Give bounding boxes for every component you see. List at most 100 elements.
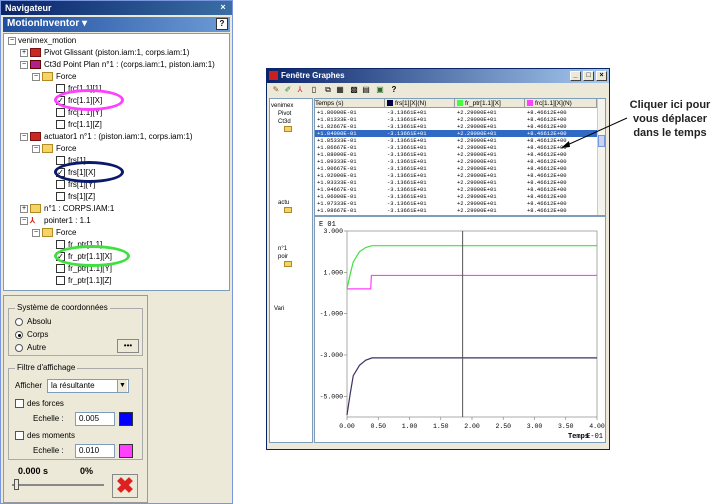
tree-node[interactable]: Vari xyxy=(274,303,284,315)
moments-scale-input[interactable]: 0.010 xyxy=(75,444,115,458)
expand-icon[interactable]: + xyxy=(20,48,28,57)
table-cell: +1.96000E-01 xyxy=(317,193,357,200)
y-tick-label: -5.000 xyxy=(320,393,344,400)
radio-absolu[interactable]: Absolu xyxy=(15,317,51,326)
table-row[interactable]: +1.96000E-01 -3.13661E+01 +2.29000E+01 +8.4… xyxy=(315,193,597,200)
time-slider-track[interactable] xyxy=(12,484,104,486)
help-icon[interactable]: ? xyxy=(389,85,399,95)
expand-icon[interactable]: + xyxy=(20,204,28,213)
y-tick-label: 3.000 xyxy=(323,228,343,235)
table-cell: +1.92000E-01 xyxy=(317,172,357,179)
forces-checkbox[interactable]: des forces xyxy=(15,399,64,409)
time-readout: 0.000 s xyxy=(18,466,49,476)
tree-leaf[interactable]: frs[1][Z] xyxy=(56,191,95,203)
show-select[interactable]: la résultante ▼ xyxy=(47,379,129,393)
table-cell: +1.89333E-01 xyxy=(317,158,357,165)
column-header[interactable]: frc[1.1][X](N) xyxy=(525,99,597,108)
tree-node[interactable]: + Pivot Glissant (piston.iam:1, corps.iam… xyxy=(20,47,189,59)
table-cell: +1.97333E-01 xyxy=(317,200,357,207)
pointer-icon[interactable]: ⅄ xyxy=(295,85,305,95)
column-header[interactable]: frs[1][X](N) xyxy=(385,99,455,108)
collapse-icon[interactable]: − xyxy=(20,132,28,141)
tree-node[interactable]: − ⅄ pointer1 : 1.1 xyxy=(20,215,91,227)
checkbox[interactable] xyxy=(56,192,65,202)
table-row[interactable]: +1.92000E-01 -3.13661E+01 +2.29000E+01 +8.4… xyxy=(315,172,597,179)
chart-icon[interactable]: ▤ xyxy=(361,85,371,95)
collapse-icon[interactable]: − xyxy=(32,228,40,237)
pencil-icon[interactable]: ✎ xyxy=(271,85,281,95)
body-icon xyxy=(30,204,41,214)
motioninventor-dropdown[interactable]: MotionInventor ▾ ? xyxy=(3,17,230,32)
y-tick-label: 1.000 xyxy=(323,269,343,276)
tree-node[interactable]: + n°1 : CORPS.IAM:1 xyxy=(20,203,114,215)
x-tick-label: 3.00 xyxy=(527,423,543,430)
tree-node[interactable]: − Force xyxy=(32,143,76,155)
help-icon[interactable]: ? xyxy=(216,18,228,30)
forces-color-swatch[interactable] xyxy=(119,412,133,426)
table-cell: -3.13661E+01 xyxy=(387,116,427,123)
new-page-icon[interactable]: ▯ xyxy=(309,85,319,95)
checkbox[interactable] xyxy=(15,431,24,441)
maximize-icon[interactable]: □ xyxy=(583,71,594,81)
table-row[interactable]: +1.94667E-01 -3.13661E+01 +2.29000E+01 +8.4… xyxy=(315,186,597,193)
radio-icon[interactable] xyxy=(15,343,23,352)
column-header[interactable]: Temps (s) xyxy=(315,99,385,108)
radio-autre[interactable]: Autre xyxy=(15,343,46,352)
table-row[interactable]: +1.97333E-01 -3.13661E+01 +2.29000E+01 +8.4… xyxy=(315,200,597,207)
tree-leaf[interactable]: frc[1.1][Z] xyxy=(56,119,102,131)
checkbox[interactable] xyxy=(56,120,65,130)
folder-icon xyxy=(284,126,292,132)
close-icon[interactable]: × xyxy=(218,3,228,13)
checkbox[interactable] xyxy=(56,264,65,274)
highlight-ring xyxy=(54,161,124,183)
close-icon[interactable]: ✖ xyxy=(112,474,138,498)
collapse-icon[interactable]: − xyxy=(20,216,28,225)
column-header[interactable]: fr_ptr[1.1][X] xyxy=(455,99,525,108)
tree-node[interactable]: − Ct3d Point Plan n°1 : (corps.iam:1, pis… xyxy=(20,59,215,71)
table-cell: +1.90667E-01 xyxy=(317,165,357,172)
x-axis-exponent: E-01 xyxy=(586,433,603,441)
edit-icon[interactable]: ✐ xyxy=(283,85,293,95)
tree-leaf[interactable]: fr_ptr[1.1][Z] xyxy=(56,275,112,287)
tree-node[interactable]: − venimex_motion xyxy=(8,35,76,47)
close-icon[interactable]: × xyxy=(596,71,607,81)
chevron-down-icon[interactable]: ▼ xyxy=(117,380,127,392)
grid-icon[interactable]: ▩ xyxy=(349,85,359,95)
collapse-icon[interactable]: − xyxy=(8,36,16,45)
checkbox[interactable] xyxy=(56,276,65,286)
table-row[interactable]: +1.93333E-01 -3.13661E+01 +2.29000E+01 +8.4… xyxy=(315,179,597,186)
minimize-icon[interactable]: _ xyxy=(570,71,581,81)
tree-node[interactable]: − Force xyxy=(32,227,76,239)
tree-node[interactable]: − Force xyxy=(32,71,76,83)
tree-node[interactable]: − actuator1 n°1 : (piston.iam:1, corps.ia… xyxy=(20,131,193,143)
table-cell: +8.46612E+00 xyxy=(527,200,567,207)
table-cell: -3.13661E+01 xyxy=(387,109,427,116)
table-cell: +1.82667E-01 xyxy=(317,123,357,130)
radio-selected-icon[interactable] xyxy=(15,330,23,339)
excel-icon[interactable]: ▣ xyxy=(375,85,385,95)
annotation-arrow xyxy=(561,117,628,148)
table-row[interactable]: +1.90667E-01 -3.13661E+01 +2.29000E+01 +8.4… xyxy=(315,165,597,172)
forces-scale-input[interactable]: 0.005 xyxy=(75,412,115,426)
radio-icon[interactable] xyxy=(15,317,23,326)
moments-checkbox[interactable]: des moments xyxy=(15,431,75,441)
table-row[interactable]: +1.89333E-01 -3.13661E+01 +2.29000E+01 +8.4… xyxy=(315,158,597,165)
collapse-icon[interactable]: − xyxy=(32,144,40,153)
checkbox[interactable] xyxy=(56,180,65,190)
copy-icon[interactable]: ⧉ xyxy=(323,85,333,95)
time-slider-thumb[interactable] xyxy=(14,479,19,490)
more-button[interactable]: ••• xyxy=(117,339,139,353)
table-icon[interactable]: ▦ xyxy=(335,85,345,95)
collapse-icon[interactable]: − xyxy=(32,72,40,81)
line-chart[interactable]: E 013.0001.000-1.000-3.000-5.0000.00 0.50… xyxy=(315,217,605,442)
table-cell: -3.13661E+01 xyxy=(387,207,427,214)
display-filter-group: Filtre d'affichage Afficher la résultant… xyxy=(8,363,143,460)
collapse-icon[interactable]: − xyxy=(20,60,28,69)
radio-corps[interactable]: Corps xyxy=(15,330,48,339)
pointer-icon: ⅄ xyxy=(30,216,35,226)
moments-color-swatch[interactable] xyxy=(119,444,133,458)
checkbox[interactable] xyxy=(15,399,24,409)
table-cell: +8.46612E+00 xyxy=(527,193,567,200)
checkbox[interactable] xyxy=(56,108,65,118)
table-row[interactable]: +1.98667E-01 -3.13661E+01 +2.29000E+01 +8.4… xyxy=(315,207,597,214)
